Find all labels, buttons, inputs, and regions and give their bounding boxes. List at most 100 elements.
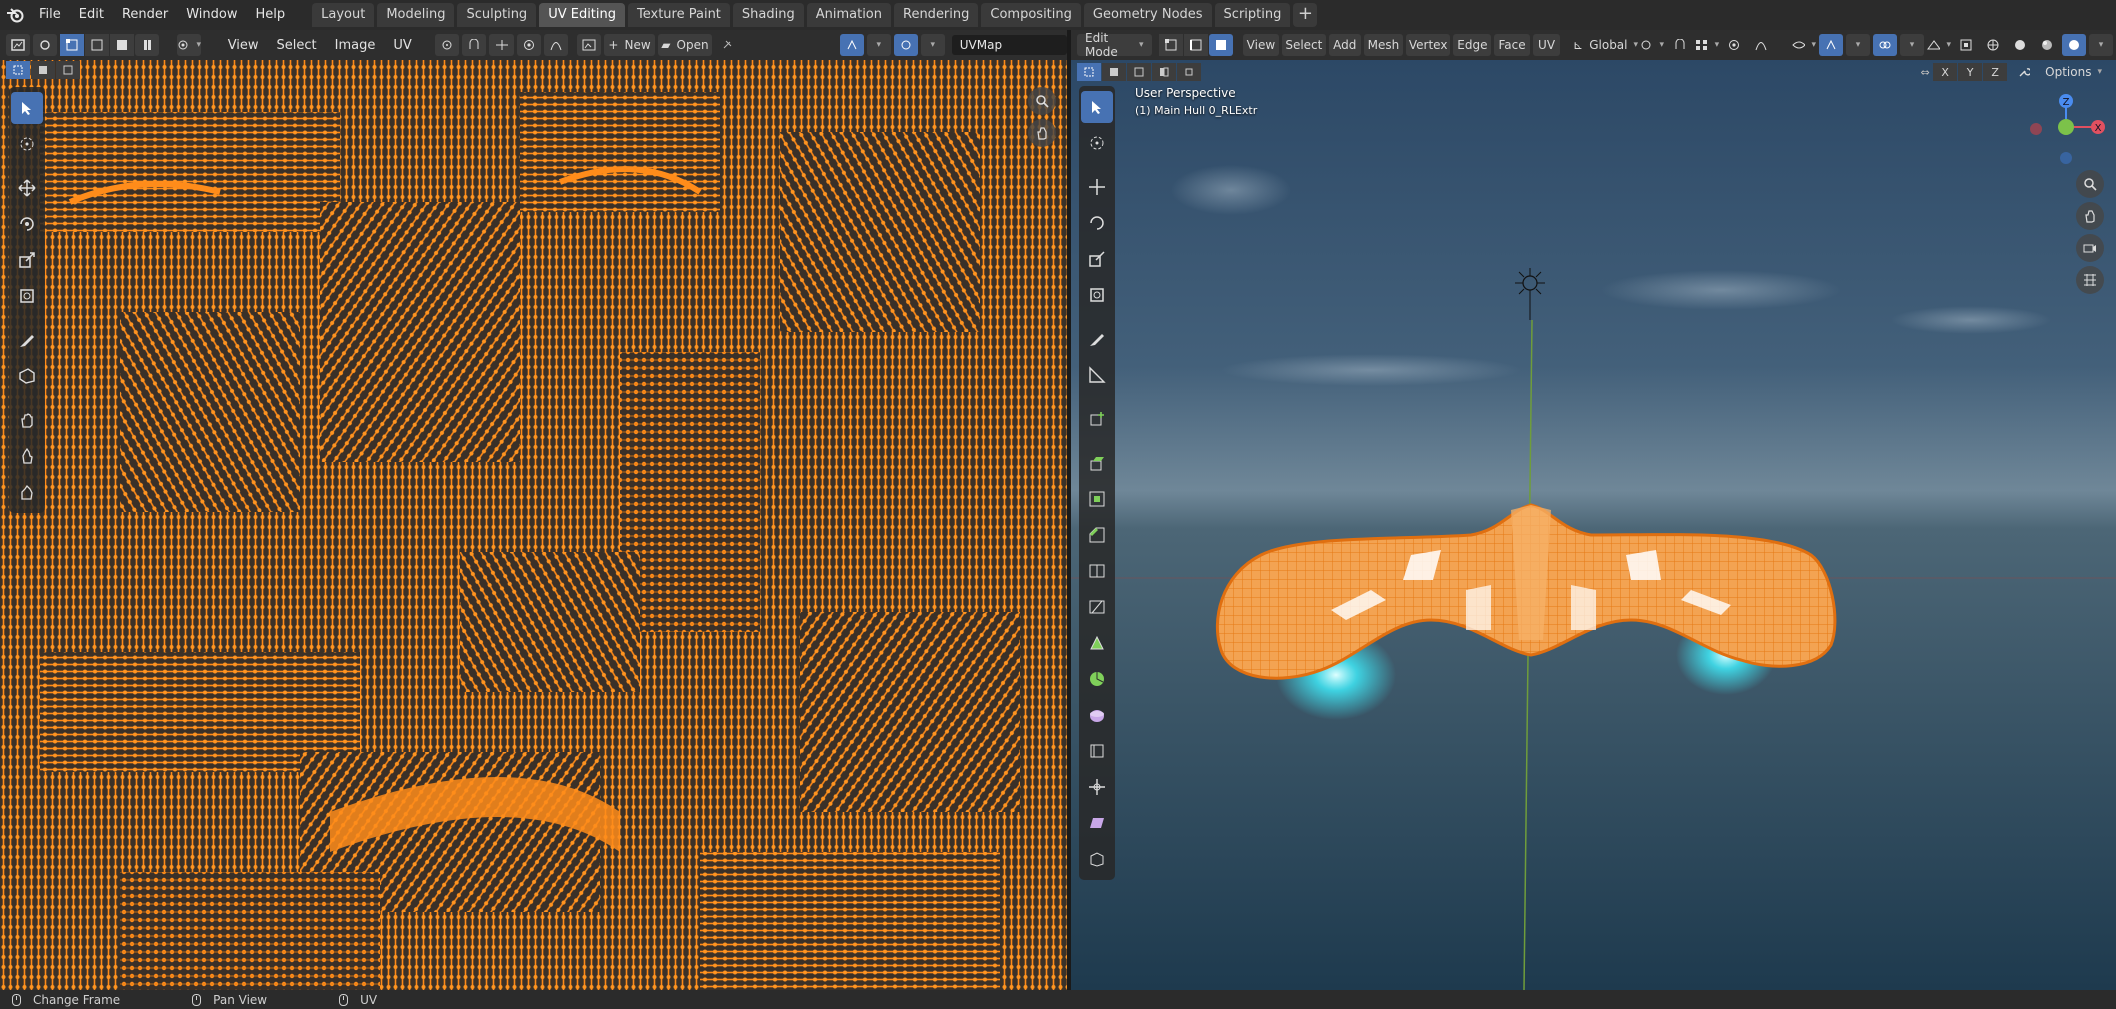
uvmap-field[interactable]: UVMap bbox=[951, 35, 1067, 55]
menu-view[interactable]: View bbox=[1242, 34, 1280, 56]
bevel-tool-icon[interactable] bbox=[1081, 519, 1113, 551]
menu-uv[interactable]: UV bbox=[384, 38, 420, 53]
tab-sculpting[interactable]: Sculpting bbox=[457, 3, 537, 27]
gizmo-dropdown-icon[interactable]: ▾ bbox=[920, 34, 945, 56]
shading-solid-icon[interactable] bbox=[2008, 34, 2032, 56]
proportional-edit-icon[interactable] bbox=[1722, 34, 1746, 56]
face-mode-icon[interactable] bbox=[1209, 34, 1234, 56]
uv-overlay-icon[interactable] bbox=[839, 34, 864, 56]
open-image-button[interactable]: ▰ Open bbox=[657, 34, 713, 56]
edge-mode-icon[interactable] bbox=[1184, 34, 1209, 56]
menu-select[interactable]: Select bbox=[268, 38, 326, 53]
proportional-edit-icon[interactable] bbox=[516, 34, 541, 56]
select-new-mode-icon[interactable] bbox=[1077, 63, 1101, 81]
menu-vertex[interactable]: Vertex bbox=[1405, 34, 1451, 56]
annotate-tool-icon[interactable] bbox=[1081, 323, 1113, 355]
select-extend-mode-icon[interactable] bbox=[1102, 63, 1126, 81]
pivot-point-icon[interactable] bbox=[435, 34, 460, 56]
tab-geometry-nodes[interactable]: Geometry Nodes bbox=[1083, 3, 1212, 27]
rotate-tool-icon[interactable] bbox=[1081, 207, 1113, 239]
shading-dropdown-icon[interactable]: ▾ bbox=[2089, 34, 2113, 56]
toggle-perspective-icon[interactable] bbox=[2076, 266, 2104, 294]
mirror-toggle-icon[interactable]: ⇔ bbox=[1917, 66, 1933, 79]
shear-tool-icon[interactable] bbox=[1081, 807, 1113, 839]
pan-view-icon[interactable] bbox=[1028, 119, 1056, 147]
scale-tool-icon[interactable] bbox=[1081, 243, 1113, 275]
overlay-dropdown-icon[interactable]: ▾ bbox=[1900, 34, 1924, 56]
sync-selection-icon[interactable] bbox=[33, 34, 57, 56]
menu-select[interactable]: Select bbox=[1282, 34, 1326, 56]
cursor-tool-icon[interactable] bbox=[11, 128, 43, 160]
tab-modeling[interactable]: Modeling bbox=[377, 3, 455, 27]
snap-icon[interactable] bbox=[1668, 34, 1692, 56]
loop-cut-tool-icon[interactable] bbox=[1081, 555, 1113, 587]
mirror-z-toggle[interactable]: Z bbox=[1983, 63, 2008, 81]
menu-add[interactable]: Add bbox=[1328, 34, 1361, 56]
menu-image[interactable]: Image bbox=[326, 38, 385, 53]
edge-slide-tool-icon[interactable] bbox=[1081, 735, 1113, 767]
tab-scripting[interactable]: Scripting bbox=[1214, 3, 1291, 27]
shading-rendered-icon[interactable] bbox=[2062, 34, 2086, 56]
tab-texture-paint[interactable]: Texture Paint bbox=[628, 3, 730, 27]
select-box-tool-icon[interactable] bbox=[1081, 91, 1113, 123]
menu-help[interactable]: Help bbox=[247, 0, 295, 30]
options-dropdown[interactable]: Options ▾ bbox=[2039, 63, 2108, 81]
vertex-mode-icon[interactable] bbox=[1159, 34, 1184, 56]
select-subtract-mode-icon[interactable] bbox=[56, 61, 80, 79]
tab-shading[interactable]: Shading bbox=[732, 3, 804, 27]
xray-toggle-icon[interactable] bbox=[1954, 34, 1978, 56]
image-browse-icon[interactable] bbox=[577, 34, 602, 56]
rip-tool-icon[interactable] bbox=[11, 360, 43, 392]
shrink-fatten-tool-icon[interactable] bbox=[1081, 771, 1113, 803]
relax-tool-icon[interactable] bbox=[11, 440, 43, 472]
mirror-y-toggle[interactable]: Y bbox=[1958, 63, 1983, 81]
move-tool-icon[interactable] bbox=[1081, 171, 1113, 203]
rip-region-tool-icon[interactable] bbox=[1081, 843, 1113, 875]
visibility-toggle-icon[interactable]: ▾ bbox=[1792, 34, 1816, 56]
menu-edge[interactable]: Edge bbox=[1453, 34, 1492, 56]
transform-tool-icon[interactable] bbox=[1081, 279, 1113, 311]
tab-animation[interactable]: Animation bbox=[806, 3, 891, 27]
pinch-tool-icon[interactable] bbox=[11, 476, 43, 508]
viewport-scene[interactable] bbox=[1071, 30, 2116, 990]
snap-toggle-icon[interactable] bbox=[462, 34, 487, 56]
gizmo-dropdown-icon[interactable]: ▾ bbox=[1846, 34, 1870, 56]
sticky-selection-icon[interactable]: ▾ bbox=[176, 34, 202, 56]
falloff-curve-icon[interactable] bbox=[543, 34, 568, 56]
falloff-curve-icon[interactable] bbox=[1749, 34, 1773, 56]
tab-compositing[interactable]: Compositing bbox=[981, 3, 1081, 27]
gizmo-toggle-icon[interactable] bbox=[893, 34, 918, 56]
spin-tool-icon[interactable] bbox=[1081, 663, 1113, 695]
wrench-icon[interactable] bbox=[2012, 63, 2036, 81]
menu-view[interactable]: View bbox=[219, 38, 268, 53]
edge-select-mode-icon[interactable] bbox=[85, 34, 109, 56]
pin-icon[interactable] bbox=[715, 34, 739, 56]
select-extend-mode-icon[interactable] bbox=[31, 61, 55, 79]
knife-tool-icon[interactable] bbox=[1081, 591, 1113, 623]
select-box-tool-icon[interactable] bbox=[11, 92, 43, 124]
add-workspace-button[interactable]: + bbox=[1293, 3, 1318, 27]
snap-target-icon[interactable]: ▾ bbox=[1695, 34, 1719, 56]
mode-dropdown[interactable]: Edit Mode ▾ bbox=[1077, 31, 1152, 59]
island-select-mode-icon[interactable] bbox=[135, 34, 159, 56]
editor-type-image-icon[interactable] bbox=[6, 34, 30, 56]
poly-build-tool-icon[interactable] bbox=[1081, 627, 1113, 659]
shading-material-icon[interactable] bbox=[2035, 34, 2059, 56]
mirror-x-toggle[interactable]: X bbox=[1933, 63, 1958, 81]
mesh-edit-overlay-icon[interactable]: ▾ bbox=[1927, 34, 1951, 56]
add-cube-tool-icon[interactable] bbox=[1081, 403, 1113, 435]
overlay-toggle-icon[interactable] bbox=[1873, 34, 1897, 56]
select-subtract-mode-icon[interactable] bbox=[1127, 63, 1151, 81]
select-invert-mode-icon[interactable] bbox=[1152, 63, 1176, 81]
tab-uv-editing[interactable]: UV Editing bbox=[539, 3, 626, 27]
menu-uv[interactable]: UV bbox=[1532, 34, 1561, 56]
smooth-tool-icon[interactable] bbox=[1081, 699, 1113, 731]
move-tool-icon[interactable] bbox=[11, 172, 43, 204]
shading-wireframe-icon[interactable] bbox=[1981, 34, 2005, 56]
rotate-tool-icon[interactable] bbox=[11, 208, 43, 240]
pan-view-icon[interactable] bbox=[2076, 202, 2104, 230]
menu-render[interactable]: Render bbox=[113, 0, 177, 30]
uv-display-dropdown-icon[interactable]: ▾ bbox=[866, 34, 891, 56]
annotate-tool-icon[interactable] bbox=[11, 324, 43, 356]
menu-edit[interactable]: Edit bbox=[70, 0, 113, 30]
